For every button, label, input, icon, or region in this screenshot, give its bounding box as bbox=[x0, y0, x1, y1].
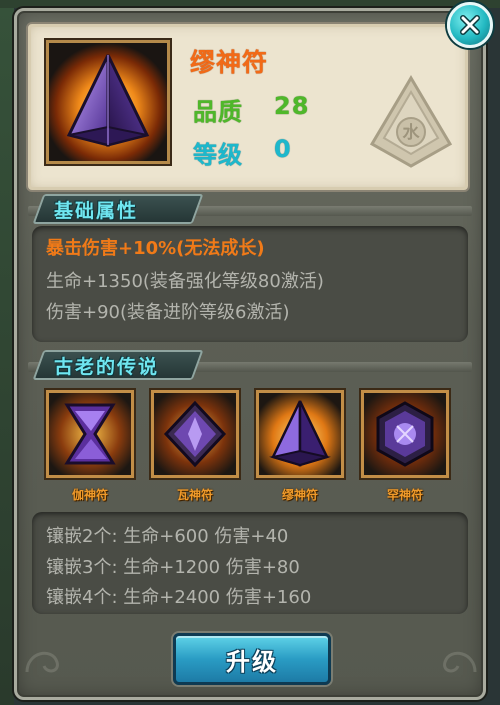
emblem-text: 水 bbox=[402, 123, 420, 143]
hourglass-rune-icon bbox=[49, 393, 131, 475]
attribute-line: 暴击伤害+10%(无法成长) bbox=[46, 238, 265, 259]
crystal-pyramid-icon bbox=[259, 393, 341, 475]
water-element-emblem-icon: 水 bbox=[368, 74, 454, 170]
set-bonus-line: 镶嵌2个: 生命+600 伤害+40 bbox=[46, 526, 289, 547]
quality-label: 品质 bbox=[193, 98, 243, 126]
section-title: 古老的传说 bbox=[54, 356, 160, 378]
rune-label: 瓦神符 bbox=[176, 488, 213, 502]
attribute-line: 伤害+90(装备进阶等级6激活) bbox=[46, 302, 290, 323]
set-bonus-line: 镶嵌3个: 生命+1200 伤害+80 bbox=[46, 557, 300, 578]
hexagon-rune-icon bbox=[364, 393, 446, 475]
set-bonus-box: 镶嵌2个: 生命+600 伤害+40 镶嵌3个: 生命+1200 伤害+80 镶… bbox=[32, 512, 468, 614]
upgrade-button-label: 升级 bbox=[226, 647, 278, 676]
close-icon bbox=[460, 15, 480, 35]
level-value: 0 bbox=[274, 135, 292, 163]
rune-slot-4[interactable] bbox=[361, 390, 449, 478]
diamond-rune-icon bbox=[154, 393, 236, 475]
rune-label: 缪神符 bbox=[281, 488, 318, 502]
quality-value: 28 bbox=[274, 92, 310, 120]
attribute-line: 生命+1350(装备强化等级80激活) bbox=[46, 271, 324, 292]
decorative-swirl-right bbox=[443, 651, 477, 673]
rune-slot-3[interactable] bbox=[256, 390, 344, 478]
set-bonus-line: 镶嵌4个: 生命+2400 伤害+160 bbox=[46, 587, 312, 608]
section-title: 基础属性 bbox=[54, 200, 139, 222]
rune-label: 伽神符 bbox=[71, 488, 108, 502]
background-scene-top bbox=[0, 0, 500, 8]
rune-slot-2[interactable] bbox=[151, 390, 239, 478]
item-name: 缪神符 bbox=[190, 48, 269, 77]
legend-header: 古老的传说 bbox=[28, 350, 472, 380]
level-label: 等级 bbox=[193, 141, 243, 169]
basic-attributes-header: 基础属性 bbox=[28, 194, 472, 224]
rune-slot-1[interactable] bbox=[46, 390, 134, 478]
rune-label: 罕神符 bbox=[386, 488, 423, 502]
item-icon-frame bbox=[46, 40, 170, 164]
background-scene-left bbox=[0, 0, 14, 705]
close-button[interactable] bbox=[447, 2, 493, 48]
basic-attributes-box: 暴击伤害+10%(无法成长) 生命+1350(装备强化等级80激活) 伤害+90… bbox=[32, 226, 468, 342]
decorative-swirl-left bbox=[25, 651, 59, 673]
upgrade-button[interactable]: 升级 bbox=[173, 633, 331, 685]
crystal-pyramid-icon bbox=[49, 43, 167, 161]
